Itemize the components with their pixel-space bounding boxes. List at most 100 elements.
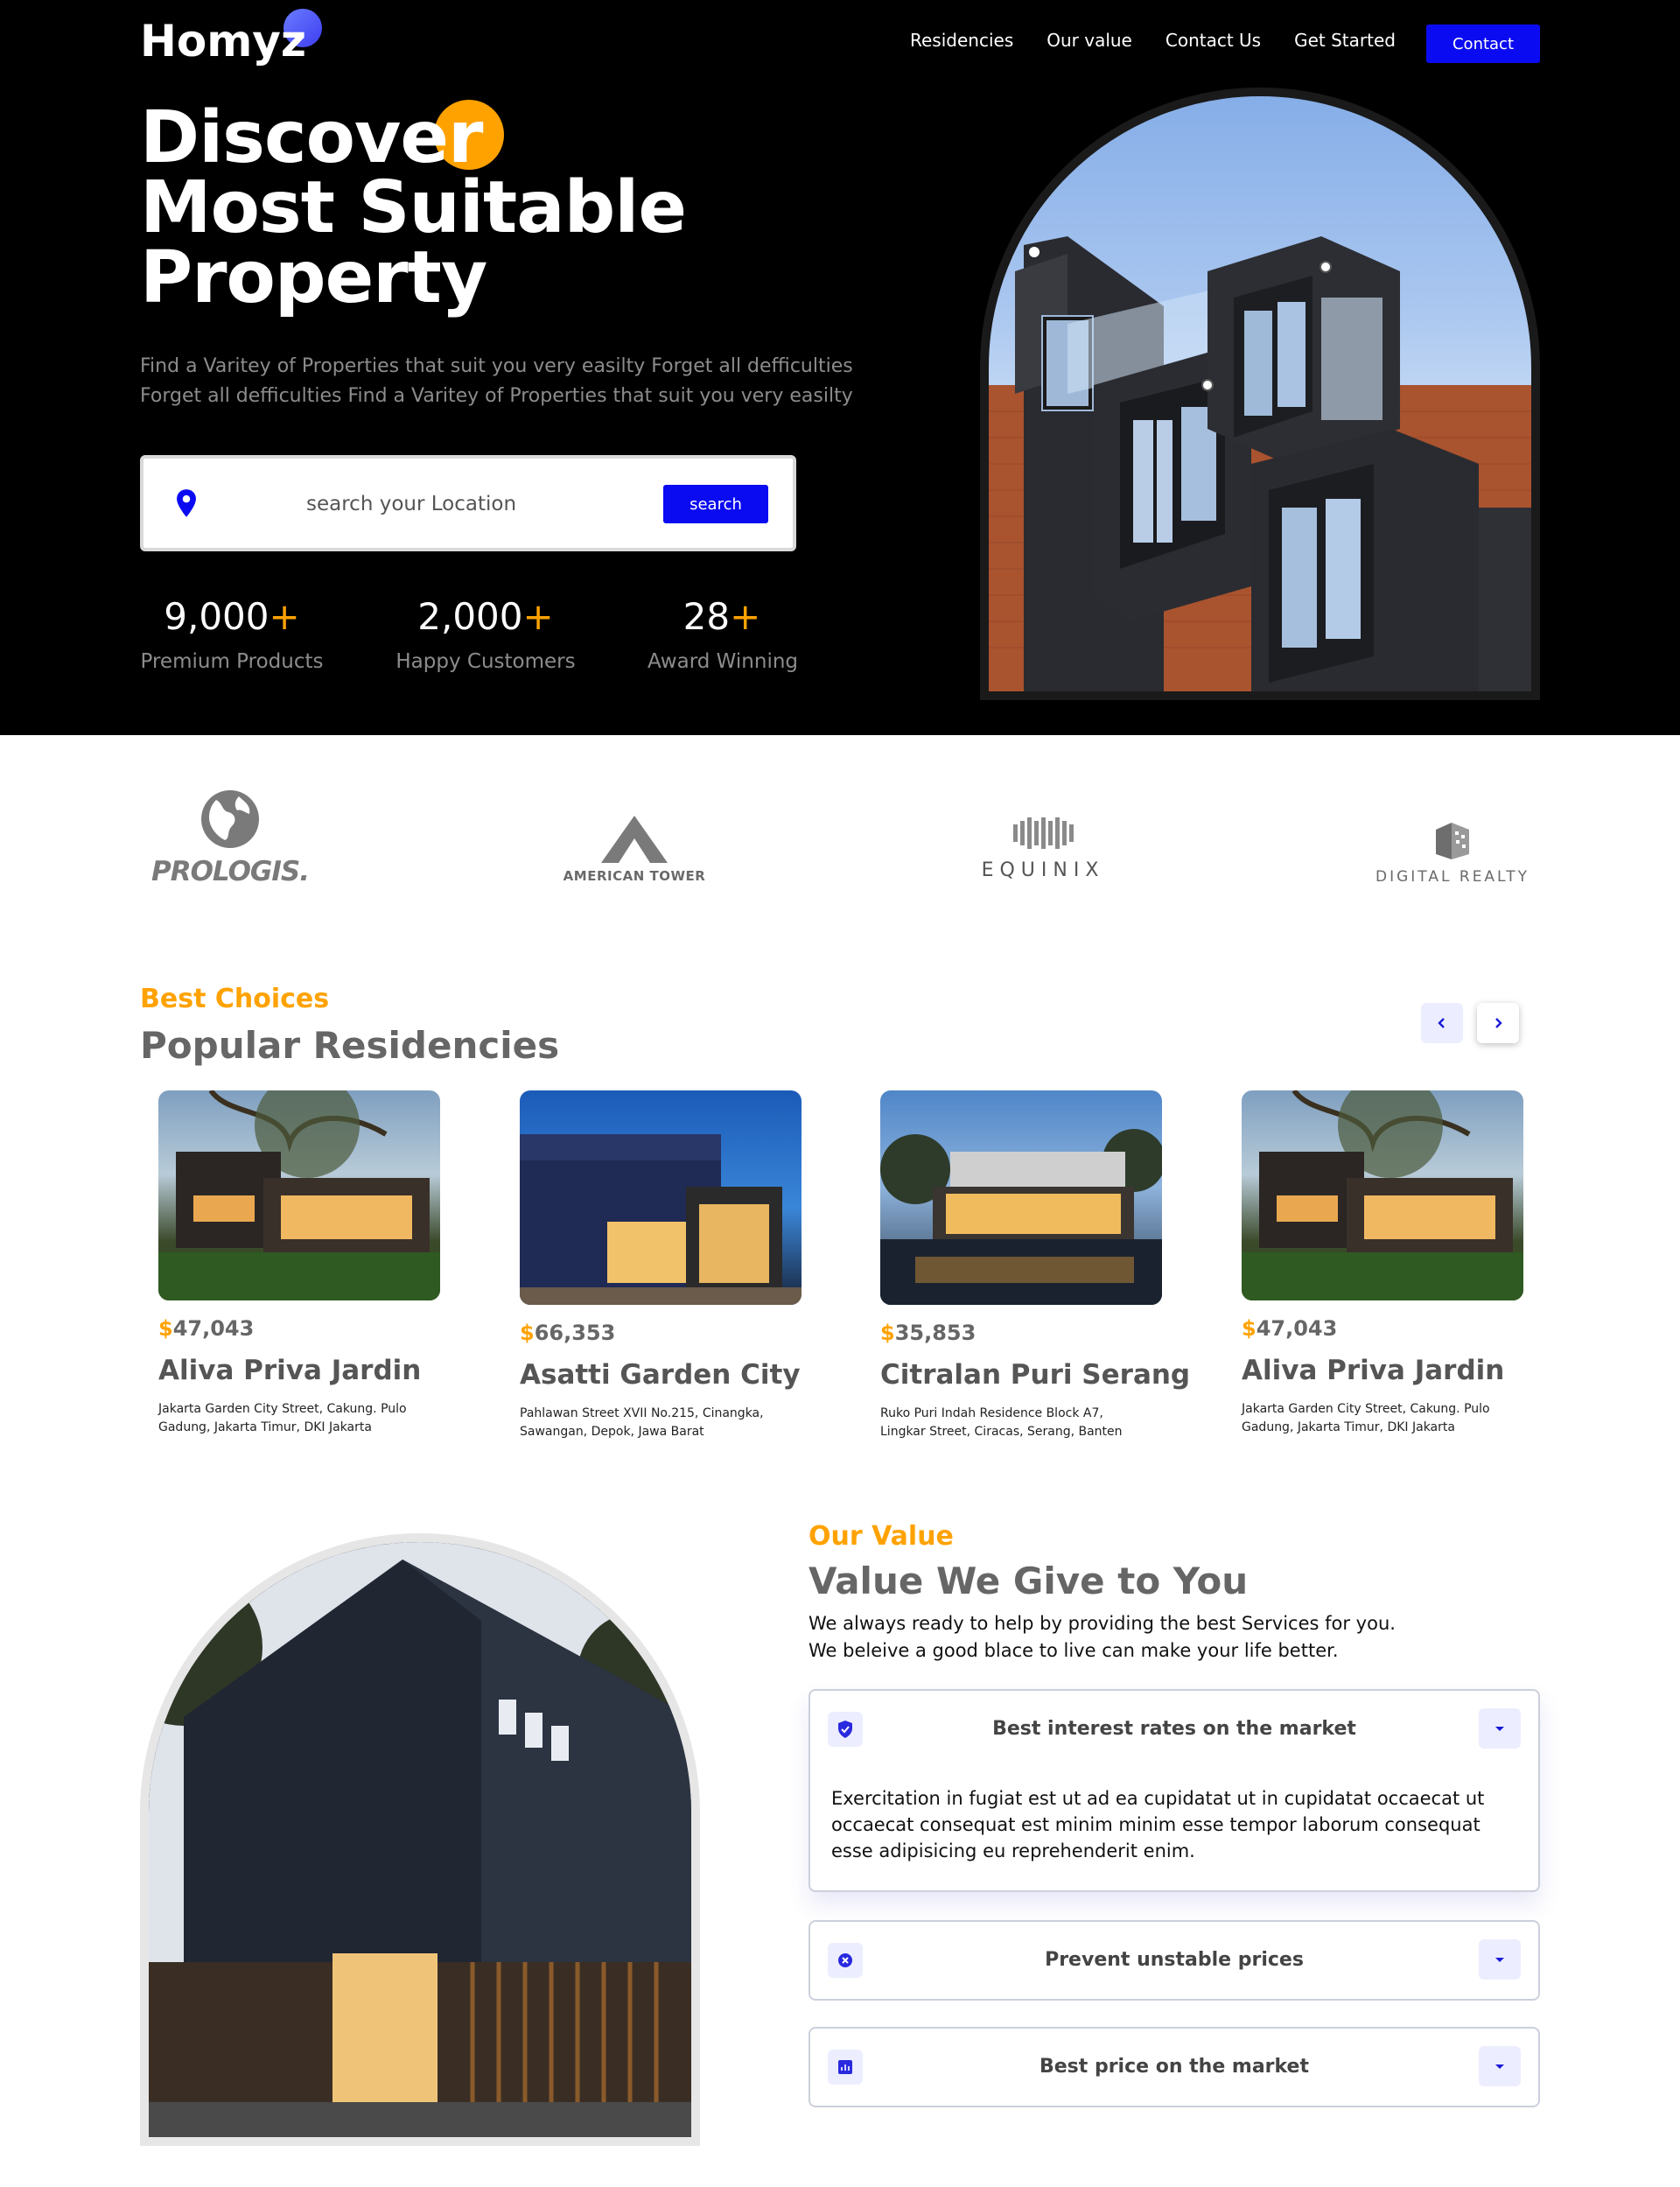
residency-price-value: 35,853 (894, 1321, 976, 1345)
stat-label: Happy Customers (396, 650, 576, 673)
residencies-eyebrow: Best Choices (140, 984, 330, 1014)
contact-button[interactable]: Contact (1426, 25, 1540, 63)
residency-name: Aliva Priva Jardin (1242, 1355, 1505, 1386)
stat-plus: + (522, 595, 554, 638)
residency-address: Jakarta Garden City Street, Cakung. Pulo… (1242, 1402, 1490, 1434)
chevron-left-icon (1438, 1017, 1445, 1028)
stat-value: 9,000+ (140, 595, 324, 638)
caret-down-icon (1495, 1727, 1504, 1731)
residency-price: $47,043 (158, 1316, 440, 1341)
house-illustration (1242, 1090, 1523, 1300)
globe-icon (201, 790, 259, 848)
hero-property-image (980, 88, 1540, 700)
residency-card[interactable]: $35,853 Citralan Puri Serang Ruko Puri I… (880, 1090, 1191, 1441)
brand-american-tower-name: AMERICAN TOWER (563, 868, 706, 884)
nav-get-started[interactable]: Get Started (1294, 30, 1396, 51)
value-description-line-1: We always ready to help by providing the… (808, 1613, 1396, 1634)
equinix-bars-icon (1013, 817, 1074, 849)
brand-prologis: PROLOGIS. (147, 788, 313, 887)
nav-residencies[interactable]: Residencies (910, 30, 1013, 51)
search-bar: search (140, 455, 796, 551)
partner-logos: PROLOGIS. AMERICAN TOWER EQUINIX DIGITAL… (0, 788, 1680, 919)
residencies-title: Popular Residencies (140, 1024, 560, 1067)
logo[interactable]: Homyz (140, 16, 306, 67)
caret-down-icon (1495, 1958, 1504, 1962)
house-illustration (880, 1129, 1162, 1305)
residency-name: Asatti Garden City (520, 1359, 801, 1391)
value-property-image (140, 1533, 700, 2146)
accordion-header[interactable]: Best interest rates on the market (810, 1691, 1538, 1768)
brand-equinix-name: EQUINIX (981, 859, 1105, 881)
accordion-toggle-button[interactable] (1479, 1708, 1521, 1749)
cancel-circle-icon (828, 1943, 863, 1978)
residency-price-value: 47,043 (1256, 1316, 1338, 1341)
residency-card[interactable]: $66,353 Asatti Garden City Pahlawan Stre… (520, 1090, 802, 1441)
residency-price-value: 47,043 (172, 1316, 255, 1341)
residency-image[interactable] (520, 1090, 802, 1305)
value-title: Value We Give to You (808, 1560, 1249, 1602)
residency-card[interactable]: $47,043 Aliva Priva Jardin Jakarta Garde… (158, 1090, 440, 1437)
brand-prologis-name: PROLOGIS. (150, 856, 310, 887)
stat-happy-customers: 2,000+ Happy Customers (394, 595, 578, 673)
residency-card[interactable]: $47,043 Aliva Priva Jardin Jakarta Garde… (1242, 1090, 1523, 1437)
hero-description: Find a Varitey of Properties that suit y… (140, 352, 875, 411)
residency-name: Aliva Priva Jardin (158, 1355, 422, 1386)
brand-equinix: EQUINIX (973, 816, 1113, 881)
stat-plus: + (269, 595, 300, 638)
stat-value: 2,000+ (394, 595, 578, 638)
residency-image[interactable] (880, 1090, 1162, 1305)
residency-address: Ruko Puri Indah Residence Block A7, Ling… (880, 1406, 1123, 1439)
value-description-line-2: We beleive a good blace to live can make… (808, 1640, 1339, 1661)
tower-icon (601, 816, 668, 863)
apartment-building-illustration (989, 236, 1531, 691)
accordion-header[interactable]: Best price on the market (810, 2029, 1538, 2106)
accordion-item-interest-rates: Best interest rates on the market Exerci… (808, 1689, 1540, 1892)
residency-address: Pahlawan Street XVII No.215, Cinangka, S… (520, 1406, 764, 1439)
location-search-input[interactable] (306, 488, 604, 520)
shield-check-icon (828, 1712, 863, 1747)
caret-down-icon (1495, 2064, 1504, 2069)
currency-symbol: $ (880, 1321, 895, 1345)
stat-value: 28+ (648, 595, 796, 638)
currency-symbol: $ (520, 1321, 535, 1345)
residency-price-value: 66,353 (534, 1321, 616, 1345)
carousel-next-button[interactable] (1477, 1003, 1519, 1043)
accordion-title: Best price on the market (1039, 2056, 1309, 2078)
value-eyebrow: Our Value (808, 1521, 954, 1552)
residency-name: Citralan Puri Serang (880, 1359, 1191, 1391)
accordion-title: Prevent unstable prices (1045, 1949, 1304, 1971)
accordion-header[interactable]: Prevent unstable prices (810, 1922, 1538, 1999)
stat-label: Premium Products (140, 650, 324, 673)
location-pin-icon (177, 489, 196, 517)
house-illustration (158, 1090, 440, 1300)
digital-realty-cube-icon (1436, 823, 1469, 859)
stat-label: Award Winning (648, 650, 799, 673)
hero-description-line-1: Find a Varitey of Properties that suit y… (140, 355, 853, 377)
nav-our-value[interactable]: Our value (1046, 30, 1132, 51)
brand-digital-realty: DIGITAL REALTY (1365, 821, 1540, 886)
residency-price: $47,043 (1242, 1316, 1523, 1341)
stat-plus: + (730, 595, 761, 638)
stat-number: 2,000 (417, 595, 523, 638)
accordion-toggle-button[interactable] (1479, 2046, 1521, 2086)
stat-number: 28 (682, 595, 731, 638)
search-button[interactable]: search (663, 485, 768, 523)
accordion-body: Exercitation in fugiat est ut ad ea cupi… (831, 1788, 1485, 1861)
residency-price: $66,353 (520, 1321, 802, 1345)
hero-title-line-1: Discover (140, 96, 483, 179)
stat-number: 9,000 (164, 595, 270, 638)
value-description: We always ready to help by providing the… (808, 1610, 1396, 1665)
carousel-prev-button[interactable] (1421, 1003, 1463, 1043)
residency-price: $35,853 (880, 1321, 1162, 1345)
brand-american-tower: AMERICAN TOWER (542, 814, 726, 884)
hero-description-line-2: Forget all defficulties Find a Varitey o… (140, 385, 853, 407)
residency-image[interactable] (158, 1090, 440, 1300)
accordion-toggle-button[interactable] (1479, 1939, 1521, 1980)
analytics-icon (828, 2050, 863, 2085)
hero-title-line-2: Most Suitable (140, 166, 687, 249)
accordion-item-unstable-prices: Prevent unstable prices (808, 1920, 1540, 2001)
nav-contact-us[interactable]: Contact Us (1166, 30, 1261, 51)
hero-title: Discover Most Suitable Property (140, 96, 687, 314)
residency-image[interactable] (1242, 1090, 1523, 1300)
residency-address: Jakarta Garden City Street, Cakung. Pulo… (158, 1402, 407, 1434)
